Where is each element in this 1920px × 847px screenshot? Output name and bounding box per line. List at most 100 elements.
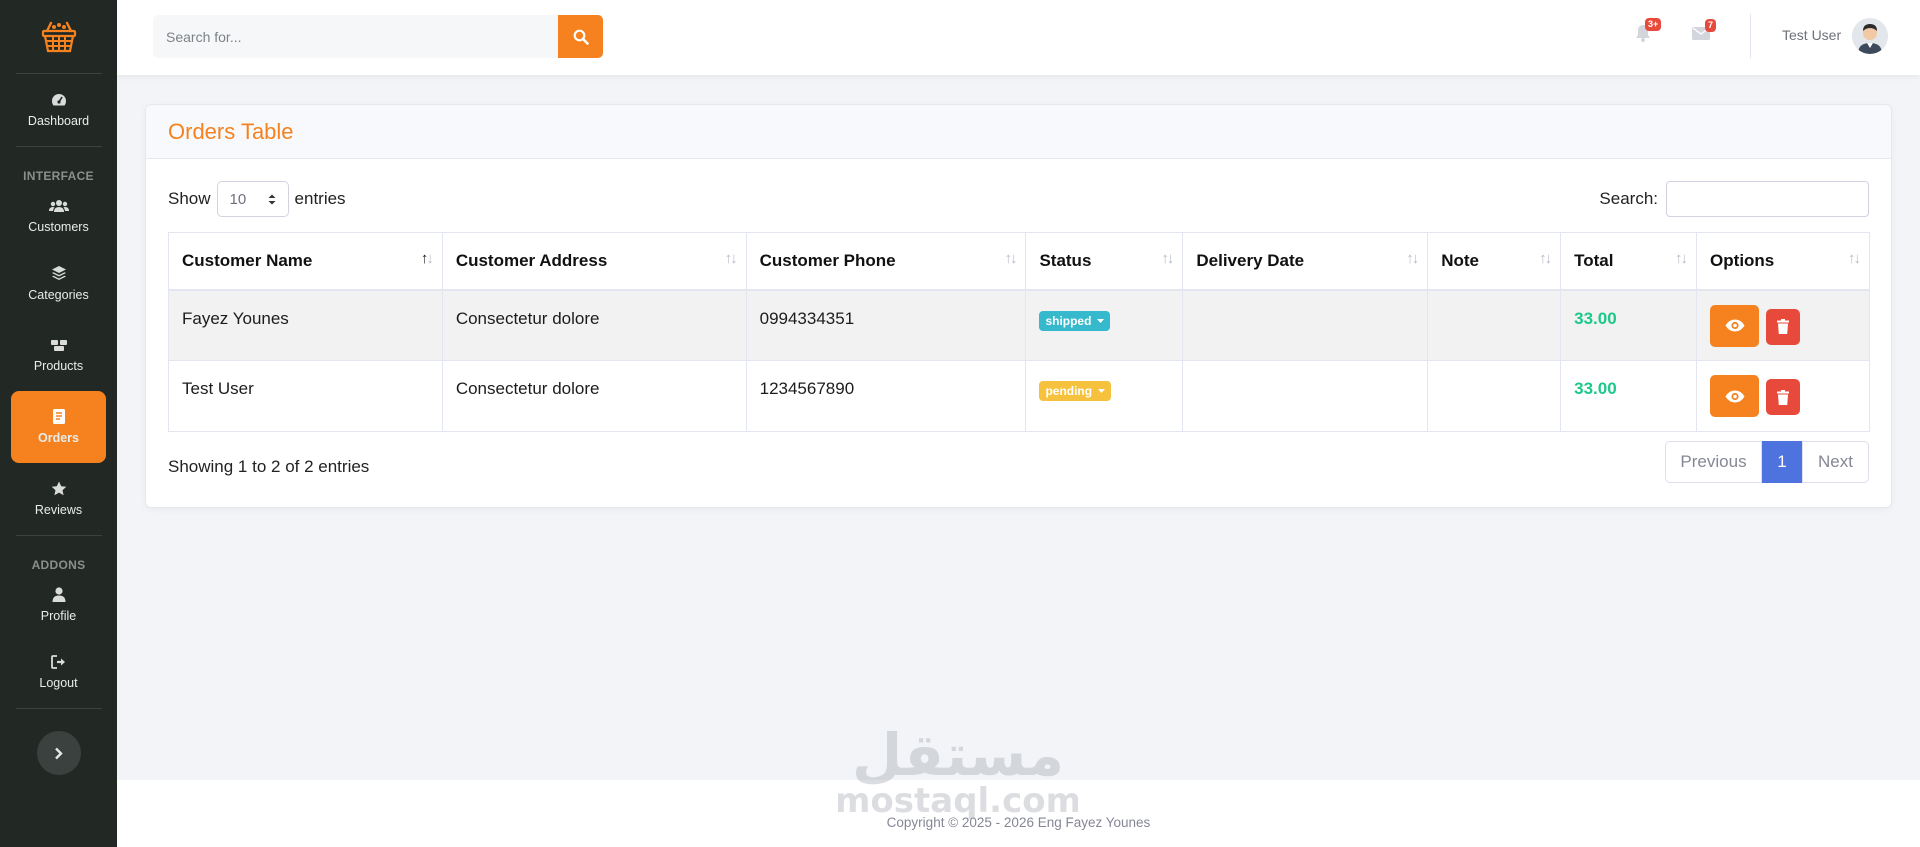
tachometer-icon: [51, 93, 66, 105]
sidebar-divider: [15, 708, 102, 709]
orders-table: Customer Name ↑↓ Customer Address ↑↓ Custo…: [168, 232, 1870, 432]
sidebar-divider: [15, 535, 102, 536]
delete-order-button[interactable]: [1765, 308, 1800, 345]
sidebar-divider: [15, 146, 102, 147]
topbar: 3+ 7 Test User: [117, 0, 1920, 75]
column-header-note[interactable]: Note ↑↓: [1427, 232, 1562, 291]
column-header-delivery-date[interactable]: Delivery Date ↑↓: [1182, 232, 1429, 291]
clipboard-icon: [52, 409, 65, 424]
pagination: Previous 1 Next: [1665, 441, 1869, 483]
search-input[interactable]: [153, 15, 558, 58]
table-search-control: Search:: [1599, 181, 1869, 217]
topbar-search: [153, 15, 603, 58]
alerts-button[interactable]: 3+: [1635, 18, 1662, 47]
delete-order-button[interactable]: [1765, 379, 1800, 415]
mostaql-watermark: مستقل mostaql.com: [835, 721, 1081, 821]
star-icon: [51, 481, 66, 496]
table-row: Fayez Younes Consectetur dolore 09943343…: [168, 289, 1870, 361]
cell-status: shipped: [1025, 289, 1184, 361]
search-button[interactable]: [558, 15, 603, 58]
table-info: Showing 1 to 2 of 2 entries: [168, 457, 370, 476]
table-search-input[interactable]: [1666, 181, 1869, 217]
status-label: shipped: [1045, 313, 1092, 328]
cell-customer-phone: 1234567890: [745, 360, 1027, 432]
sidebar-item-profile[interactable]: Profile: [0, 574, 117, 636]
messages-button[interactable]: 7: [1692, 19, 1717, 45]
sort-icon: ↑↓: [1539, 250, 1552, 267]
view-order-button[interactable]: [1710, 304, 1760, 347]
cell-delivery-date: [1182, 360, 1429, 432]
table-row: Test User Consectetur dolore 1234567890 …: [168, 360, 1870, 432]
column-label: Total: [1574, 250, 1614, 270]
sidebar-item-reviews[interactable]: Reviews: [0, 463, 117, 535]
sidebar-toggle-button[interactable]: [36, 731, 81, 775]
trash-icon: [1776, 319, 1789, 334]
trash-icon: [1776, 389, 1789, 405]
sort-asc-icon: ↑↓: [420, 250, 434, 267]
caret-down-icon: [1098, 389, 1106, 393]
sidebar-item-dashboard[interactable]: Dashboard: [0, 74, 117, 146]
pagination-next-button[interactable]: Next: [1802, 441, 1869, 483]
column-header-customer-name[interactable]: Customer Name ↑↓: [168, 232, 443, 291]
column-header-status[interactable]: Status ↑↓: [1025, 232, 1184, 291]
chevron-right-icon: [55, 747, 63, 759]
sidebar-item-label: Logout: [39, 675, 78, 690]
cell-customer-name: Test User: [168, 360, 443, 432]
status-dropdown[interactable]: pending: [1039, 381, 1112, 401]
cell-options: [1696, 289, 1870, 361]
sidebar-item-products[interactable]: Products: [0, 319, 117, 391]
avatar[interactable]: [1852, 18, 1888, 54]
column-header-options[interactable]: Options ↑↓: [1696, 232, 1870, 291]
users-icon: [48, 199, 69, 212]
cell-total: 33.00: [1560, 289, 1698, 361]
cell-delivery-date: [1182, 289, 1429, 361]
card-header: Orders Table: [146, 105, 1891, 159]
sort-icon: ↑↓: [1848, 250, 1861, 267]
watermark-logo: مستقل mostaql.com: [835, 720, 1081, 825]
sidebar: Dashboard INTERFACE Customers Categories…: [0, 0, 117, 847]
user-name[interactable]: Test User: [1782, 27, 1841, 43]
page-title: Orders Table: [168, 118, 294, 144]
column-label: Delivery Date: [1196, 250, 1305, 270]
pagination-page-1[interactable]: 1: [1762, 441, 1802, 483]
column-label: Status: [1039, 250, 1092, 270]
column-header-total[interactable]: Total ↑↓: [1560, 232, 1698, 291]
sidebar-item-label: Products: [33, 358, 84, 373]
pagination-previous-button[interactable]: Previous: [1665, 441, 1762, 483]
column-label: Customer Phone: [759, 250, 896, 270]
column-header-customer-phone[interactable]: Customer Phone ↑↓: [745, 232, 1027, 291]
show-label: Show: [168, 189, 211, 208]
sidebar-heading-interface: INTERFACE: [23, 169, 94, 183]
sort-icon: ↑↓: [724, 250, 738, 267]
sidebar-item-label: Profile: [40, 609, 77, 623]
entries-length-control: Show 10 entries: [168, 181, 346, 217]
watermark-latin-text: mostaql.com: [838, 781, 1078, 820]
sidebar-item-customers[interactable]: Customers: [0, 185, 117, 247]
user-avatar-icon: [1852, 18, 1888, 54]
cell-options: [1696, 360, 1870, 432]
watermark-arabic-text: مستقل: [852, 721, 1064, 789]
sidebar-item-categories[interactable]: Categories: [0, 247, 117, 319]
brand-logo[interactable]: [0, 0, 117, 73]
column-header-customer-address[interactable]: Customer Address ↑↓: [441, 232, 747, 291]
cell-customer-address: Consectetur dolore: [441, 289, 747, 361]
sidebar-item-orders[interactable]: Orders: [11, 391, 106, 463]
shopping-basket-icon: [41, 21, 76, 52]
sidebar-item-label: Orders: [38, 431, 79, 445]
entries-select[interactable]: 10: [216, 181, 289, 217]
sort-icon: ↑↓: [1406, 250, 1419, 267]
search-icon: [573, 29, 589, 45]
cell-customer-name: Fayez Younes: [168, 289, 443, 361]
sort-icon: ↑↓: [1161, 250, 1174, 267]
sidebar-item-logout[interactable]: Logout: [0, 636, 117, 708]
sidebar-item-label: Dashboard: [27, 113, 90, 128]
table-controls: Show 10 entries Search:: [146, 159, 1891, 231]
cell-note: [1427, 289, 1562, 361]
view-order-button[interactable]: [1710, 375, 1760, 417]
status-label: pending: [1045, 384, 1093, 398]
cell-total: 33.00: [1560, 360, 1698, 432]
status-dropdown[interactable]: shipped: [1039, 310, 1111, 331]
eye-icon: [1725, 319, 1745, 332]
sidebar-item-label: Categories: [28, 287, 89, 302]
table-header-row: Customer Name ↑↓ Customer Address ↑↓ Custo…: [168, 232, 1870, 291]
